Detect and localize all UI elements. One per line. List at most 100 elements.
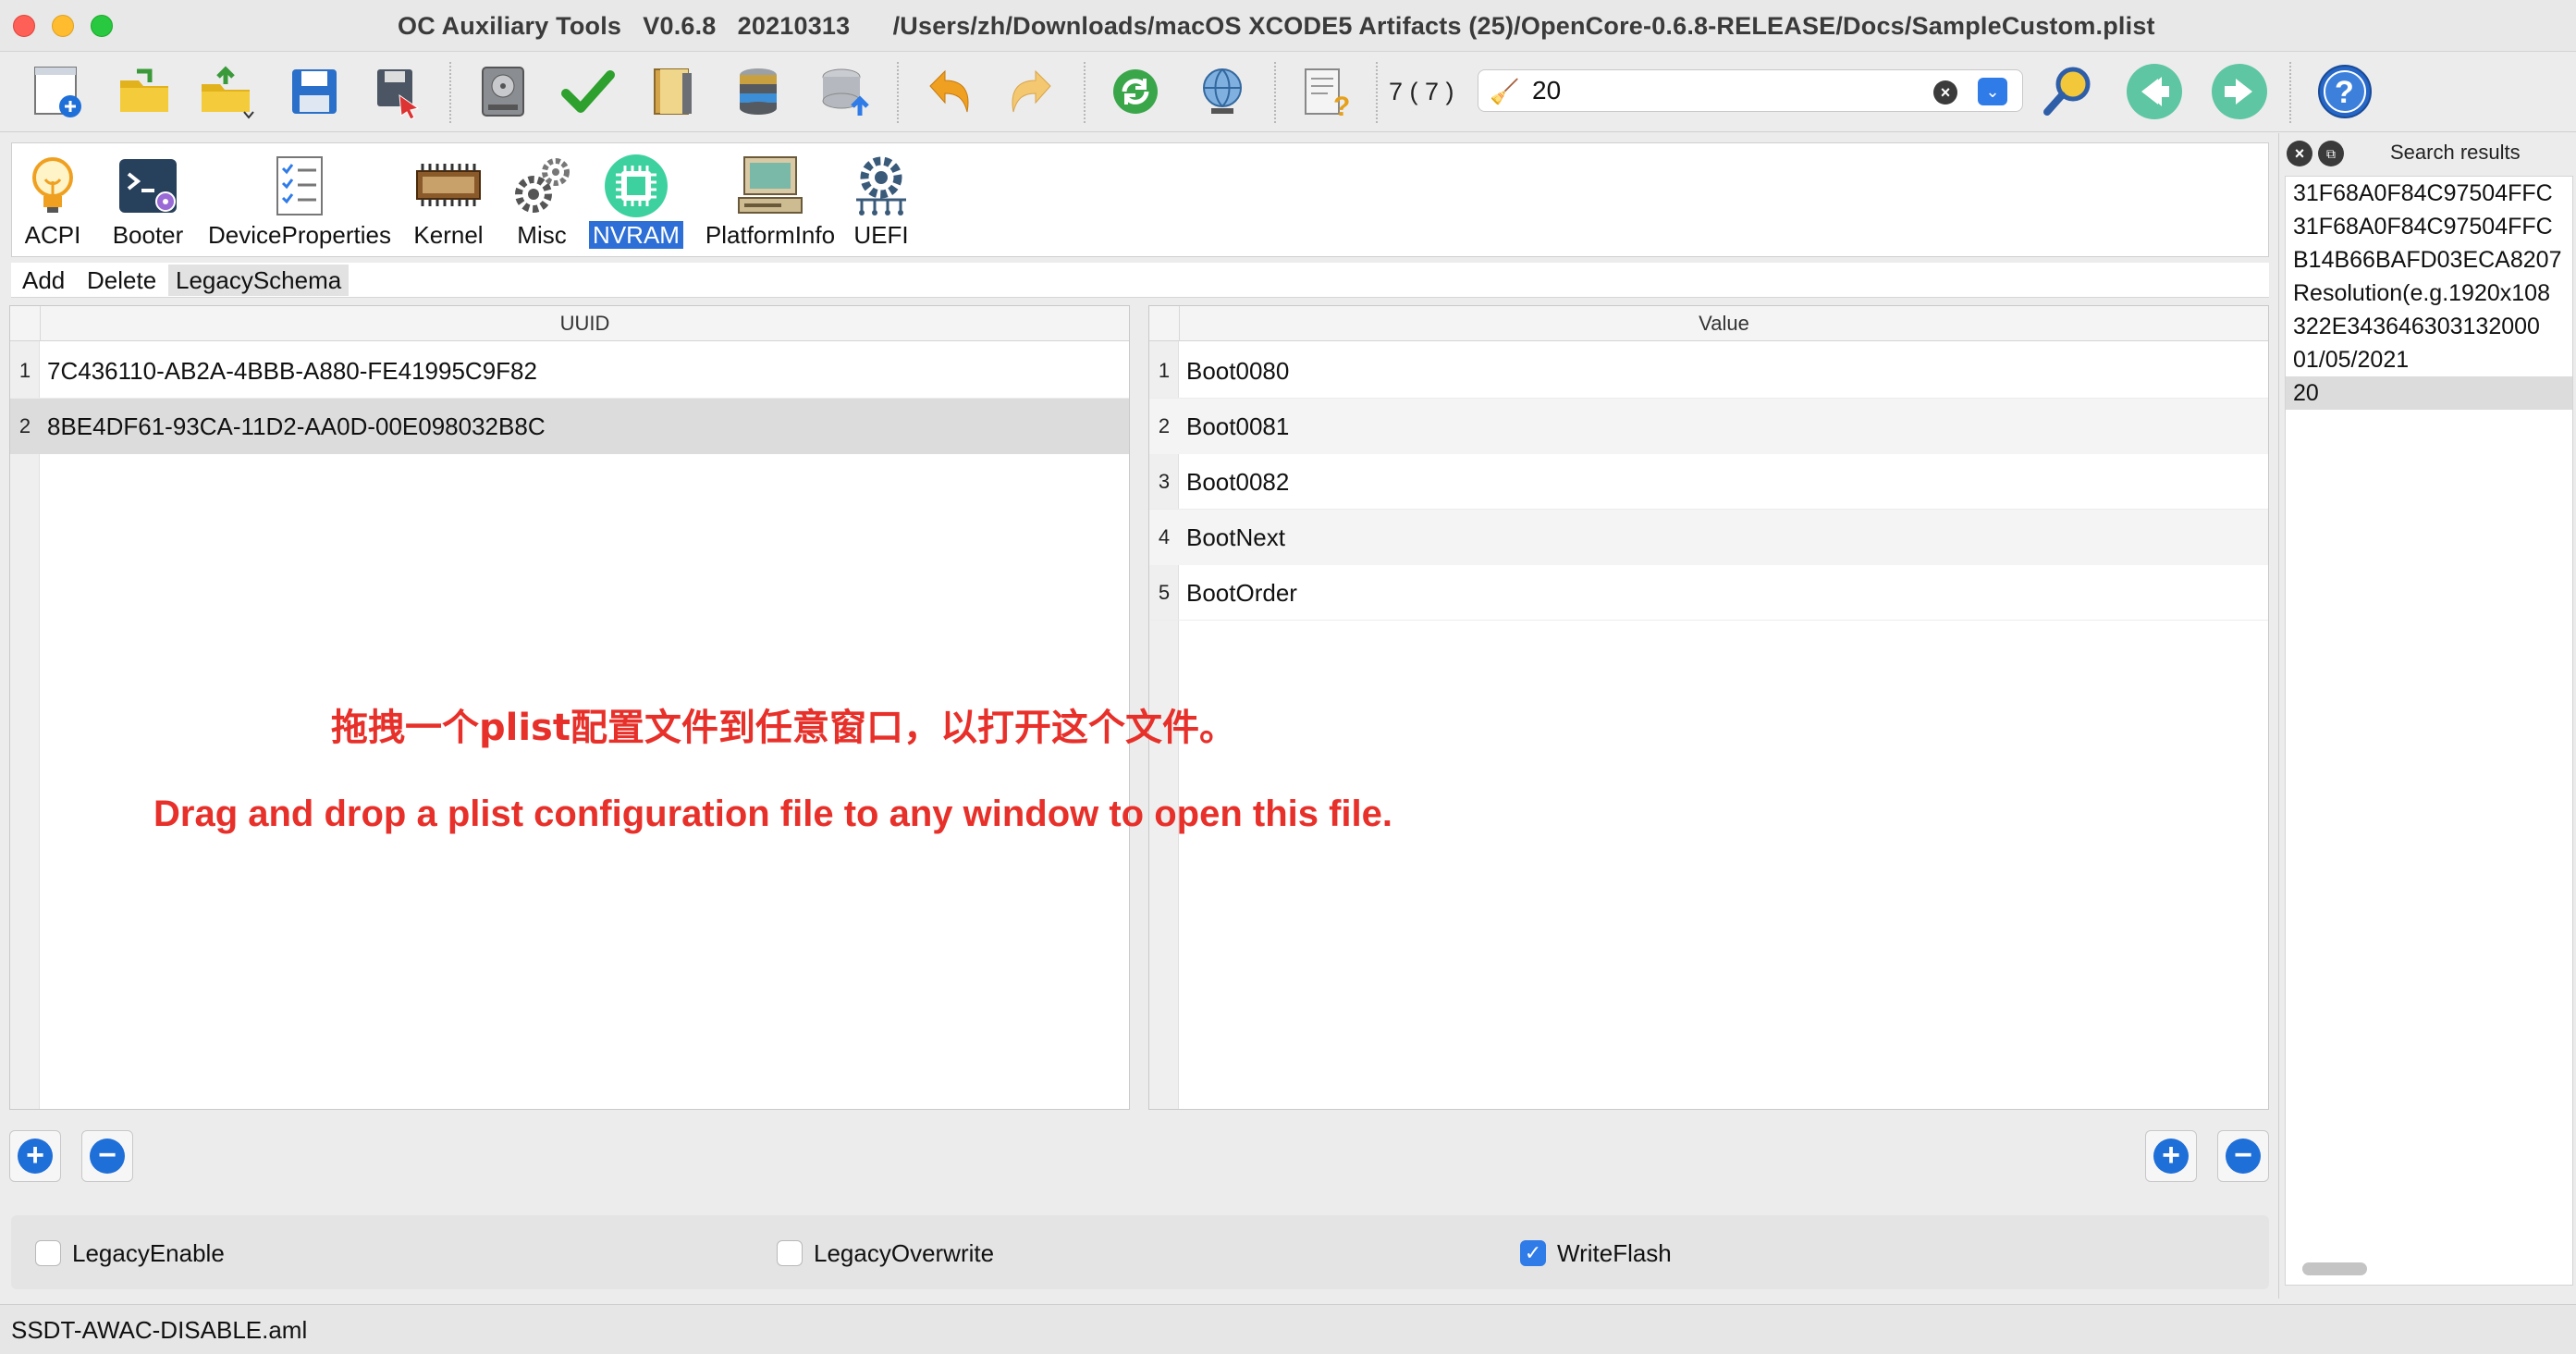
undo-arrow-icon[interactable] (919, 62, 978, 121)
table-row[interactable]: 1 Boot0080 (1149, 343, 2268, 399)
list-item[interactable]: 31F68A0F84C97504FFC (2286, 177, 2572, 210)
table-row[interactable]: 4 BootNext (1149, 510, 2268, 565)
table-row[interactable]: 2 8BE4DF61-93CA-11D2-AA0D-00E098032B8C (10, 399, 1129, 454)
category-acpi[interactable]: ACPI (16, 151, 90, 252)
database-icon[interactable] (729, 62, 788, 121)
status-bar: SSDT-AWAC-DISABLE.aml (0, 1304, 2576, 1354)
remove-uuid-button[interactable]: − (81, 1130, 133, 1182)
toolbar: ? 7 ( 7 ) 🧹 × ⌄ ? (0, 53, 2576, 132)
chip-icon (404, 151, 493, 221)
add-value-button[interactable]: + (2145, 1130, 2197, 1182)
close-icon[interactable]: × (2287, 141, 2312, 166)
toolbar-separator (897, 62, 899, 123)
add-uuid-button[interactable]: + (9, 1130, 61, 1182)
search-history-dropdown[interactable]: ⌄ (1978, 78, 2007, 105)
list-item[interactable]: 01/05/2021 (2286, 343, 2572, 376)
table-row[interactable]: 5 BootOrder (1149, 565, 2268, 621)
checkmark-icon[interactable] (558, 62, 618, 121)
list-item[interactable]: 322E343646303132000 (2286, 310, 2572, 343)
list-item[interactable]: B14B66BAFD03ECA8207 (2286, 243, 2572, 277)
toolbar-separator (1274, 62, 1276, 123)
category-uefi[interactable]: UEFI (844, 151, 918, 252)
row-number-gutter (10, 341, 40, 1109)
clear-search-icon[interactable]: × (1933, 80, 1957, 105)
minimize-window-button[interactable] (52, 15, 74, 37)
list-item[interactable]: 20 (2286, 376, 2572, 410)
search-input[interactable] (1532, 76, 1920, 105)
save-as-icon[interactable] (368, 62, 427, 121)
floppy-disk-icon[interactable] (285, 62, 344, 121)
tab-add[interactable]: Add (15, 265, 72, 296)
table-row[interactable]: 3 Boot0082 (1149, 454, 2268, 510)
match-count: 7 ( 7 ) (1389, 78, 1454, 105)
subtab-bar: Add Delete LegacySchema (11, 263, 2269, 298)
close-window-button[interactable] (13, 15, 35, 37)
value-table[interactable]: Value 1 Boot0080 2 Boot0081 3 Boot0082 4… (1148, 305, 2269, 1110)
window-title: OC Auxiliary Tools V0.6.8 20210313 /User… (398, 12, 2155, 40)
folder-icon[interactable] (115, 62, 174, 121)
checkbox-box[interactable] (777, 1240, 803, 1266)
uuid-column-header[interactable]: UUID (40, 306, 1129, 341)
list-item[interactable]: Resolution(e.g.1920x108 (2286, 277, 2572, 310)
folder-arrow-icon[interactable] (198, 62, 257, 121)
plus-icon: + (18, 1139, 53, 1174)
value-column-header[interactable]: Value (1179, 306, 2268, 341)
list-item[interactable]: 31F68A0F84C97504FFC (2286, 210, 2572, 243)
new-document-icon[interactable] (28, 62, 87, 121)
uefi-gear-icon (844, 151, 918, 221)
checkmark-icon[interactable]: ✓ (1520, 1240, 1546, 1266)
zoom-window-button[interactable] (91, 15, 113, 37)
redo-arrow-icon[interactable] (1002, 62, 1061, 121)
computer-icon (687, 151, 853, 221)
hard-disk-icon[interactable] (473, 62, 533, 121)
terminal-gear-icon (97, 151, 199, 221)
table-row[interactable]: 1 7C436110-AB2A-4BBB-A880-FE41995C9F82 (10, 343, 1129, 399)
toolbar-separator (449, 62, 451, 123)
search-magnifier-icon[interactable] (2040, 62, 2099, 121)
toolbar-separator (1084, 62, 1086, 123)
status-text: SSDT-AWAC-DISABLE.aml (11, 1316, 308, 1344)
category-deviceproperties[interactable]: DeviceProperties (193, 151, 406, 252)
tab-legacyschema[interactable]: LegacySchema (168, 265, 350, 296)
remove-value-button[interactable]: − (2217, 1130, 2269, 1182)
writeflash-checkbox[interactable]: ✓ WriteFlash (1520, 1237, 1672, 1269)
checkbox-box[interactable] (35, 1240, 61, 1266)
tab-delete[interactable]: Delete (80, 265, 164, 296)
lightbulb-icon (16, 151, 90, 221)
search-results-header: × ⧉ Search results (2279, 133, 2576, 174)
svg-text:?: ? (2335, 75, 2354, 110)
minus-icon: − (2226, 1139, 2261, 1174)
svg-text:?: ? (1333, 92, 1350, 119)
next-result-icon[interactable] (2210, 62, 2269, 121)
previous-result-icon[interactable] (2125, 62, 2184, 121)
help-icon[interactable]: ? (2315, 62, 2374, 121)
table-row[interactable]: 2 Boot0081 (1149, 399, 2268, 454)
gears-icon (500, 151, 583, 221)
minus-icon: − (90, 1139, 125, 1174)
drag-drop-hint-zh: 拖拽一个plist配置文件到任意窗口，以打开这个文件。 (331, 707, 1236, 749)
plus-icon: + (2153, 1139, 2189, 1174)
table-header: UUID (10, 306, 1129, 341)
database-upload-icon[interactable] (816, 62, 875, 121)
legacyoverwrite-checkbox[interactable]: LegacyOverwrite (777, 1237, 994, 1269)
toolbar-separator (2289, 62, 2291, 123)
drag-drop-hint-en: Drag and drop a plist configuration file… (153, 794, 1393, 834)
checklist-icon (193, 151, 406, 221)
book-icon[interactable] (644, 62, 703, 121)
broom-icon: 🧹 (1490, 78, 1520, 105)
category-booter[interactable]: Booter (97, 151, 199, 252)
category-platforminfo[interactable]: PlatformInfo (687, 151, 853, 252)
horizontal-scrollbar[interactable] (2302, 1262, 2367, 1275)
legacyenable-checkbox[interactable]: LegacyEnable (35, 1237, 225, 1269)
document-question-icon[interactable]: ? (1296, 62, 1355, 121)
category-kernel[interactable]: Kernel (404, 151, 493, 252)
main-panel: ACPI Booter DeviceProperties Kernel Misc (0, 133, 2276, 1299)
category-misc[interactable]: Misc (500, 151, 583, 252)
refresh-icon[interactable] (1106, 62, 1165, 121)
category-nvram[interactable]: NVRAM (578, 151, 694, 252)
float-icon[interactable]: ⧉ (2318, 141, 2344, 166)
nvram-chip-icon (578, 151, 694, 221)
search-field[interactable]: 🧹 × ⌄ (1478, 69, 2023, 112)
globe-icon[interactable] (1193, 62, 1252, 121)
search-results-list[interactable]: 31F68A0F84C97504FFC 31F68A0F84C97504FFC … (2285, 176, 2573, 1286)
